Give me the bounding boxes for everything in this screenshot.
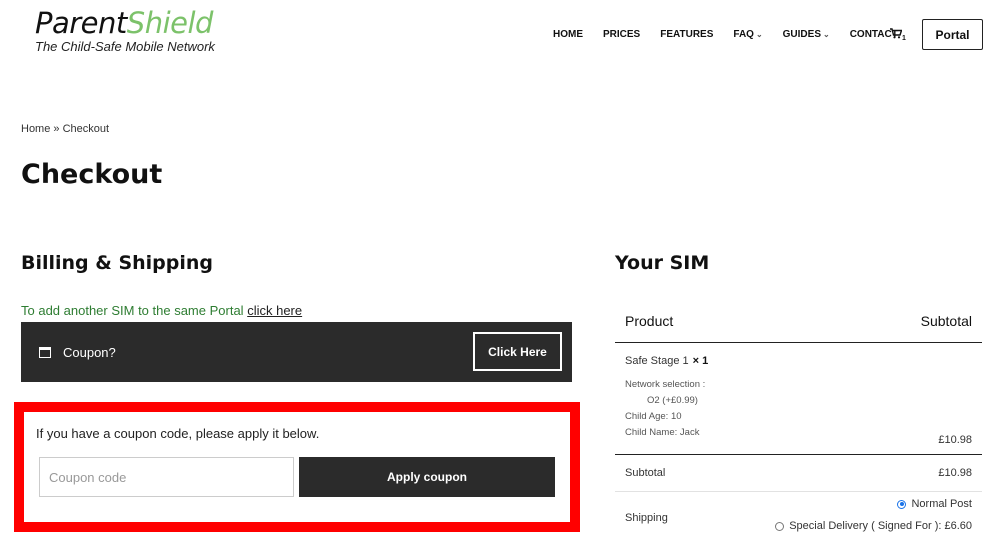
nav-item-faq[interactable]: FAQ ⌄ — [733, 29, 762, 40]
add-sim-link[interactable]: click here — [247, 303, 302, 318]
breadcrumb: Home » Checkout — [21, 123, 109, 135]
site-logo[interactable]: ParentShield The Child-Safe Mobile Netwo… — [35, 6, 215, 54]
line-item-price: £10.98 — [938, 434, 972, 446]
coupon-toggle-bar: Coupon? Click Here — [21, 322, 572, 382]
order-table-header: Product Subtotal — [615, 300, 982, 343]
your-sim-heading: Your SIM — [615, 252, 710, 274]
nav-item-prices[interactable]: PRICES — [603, 29, 640, 40]
logo-wordmark: ParentShield — [35, 6, 213, 40]
add-sim-text: To add another SIM to the same Portal — [21, 303, 244, 318]
portal-button[interactable]: Portal — [922, 19, 983, 50]
network-selection-value: O2 (+£0.99) — [647, 395, 698, 406]
breadcrumb-separator: » — [53, 123, 60, 135]
product-column-header: Product — [625, 313, 674, 329]
child-name: Child Name: Jack — [625, 427, 700, 438]
nav-item-home[interactable]: HOME — [553, 29, 583, 40]
nav-item-guides[interactable]: GUIDES ⌄ — [783, 29, 830, 40]
order-subtotal-row: Subtotal £10.98 — [615, 455, 982, 492]
coupon-form: If you have a coupon code, please apply … — [14, 402, 580, 532]
order-shipping-row: Shipping Normal Post Special Delivery ( … — [615, 492, 982, 547]
chevron-down-icon: ⌄ — [823, 30, 830, 39]
coupon-window-icon — [39, 346, 51, 358]
subtotal-label: Subtotal — [625, 467, 666, 479]
breadcrumb-home-link[interactable]: Home — [21, 123, 50, 135]
subtotal-value: £10.98 — [938, 467, 972, 479]
shipping-option-special-delivery[interactable]: Special Delivery ( Signed For ): £6.60 — [775, 520, 972, 532]
apply-coupon-button[interactable]: Apply coupon — [299, 457, 555, 497]
network-selection-label: Network selection : — [625, 379, 706, 390]
subtotal-column-header: Subtotal — [920, 313, 972, 329]
shipping-label: Shipping — [625, 512, 668, 524]
add-sim-notice: To add another SIM to the same Portal cl… — [21, 303, 302, 318]
coupon-code-input[interactable] — [39, 457, 294, 497]
order-line-item: Safe Stage 1 × 1 Network selection : O2 (… — [615, 343, 982, 455]
show-coupon-button[interactable]: Click Here — [473, 332, 562, 371]
breadcrumb-current: Checkout — [62, 123, 110, 135]
product-name: Safe Stage 1 × 1 — [625, 355, 709, 367]
billing-shipping-heading: Billing & Shipping — [21, 252, 214, 274]
child-age: Child Age: 10 — [625, 411, 682, 422]
nav-item-features[interactable]: FEATURES — [660, 29, 713, 40]
product-quantity: × 1 — [692, 355, 709, 367]
shipping-option-normal-post[interactable]: Normal Post — [897, 498, 972, 510]
cart-link[interactable]: 1 — [890, 28, 906, 42]
cart-count-badge: 1 — [902, 35, 906, 42]
radio-selected-icon[interactable] — [897, 499, 907, 509]
chevron-down-icon: ⌄ — [755, 30, 763, 39]
coupon-help-text: If you have a coupon code, please apply … — [36, 426, 320, 441]
radio-unselected-icon[interactable] — [775, 521, 785, 531]
order-review-table: Product Subtotal Safe Stage 1 × 1 Network… — [615, 300, 982, 547]
main-nav: HOME PRICES FEATURES FAQ ⌄ GUIDES ⌄ CONTAC… — [553, 29, 918, 40]
logo-tagline: The Child-Safe Mobile Network — [35, 39, 215, 54]
shopping-cart-icon — [890, 28, 903, 39]
coupon-toggle-label: Coupon? — [63, 344, 116, 360]
page-title: Checkout — [21, 159, 163, 190]
